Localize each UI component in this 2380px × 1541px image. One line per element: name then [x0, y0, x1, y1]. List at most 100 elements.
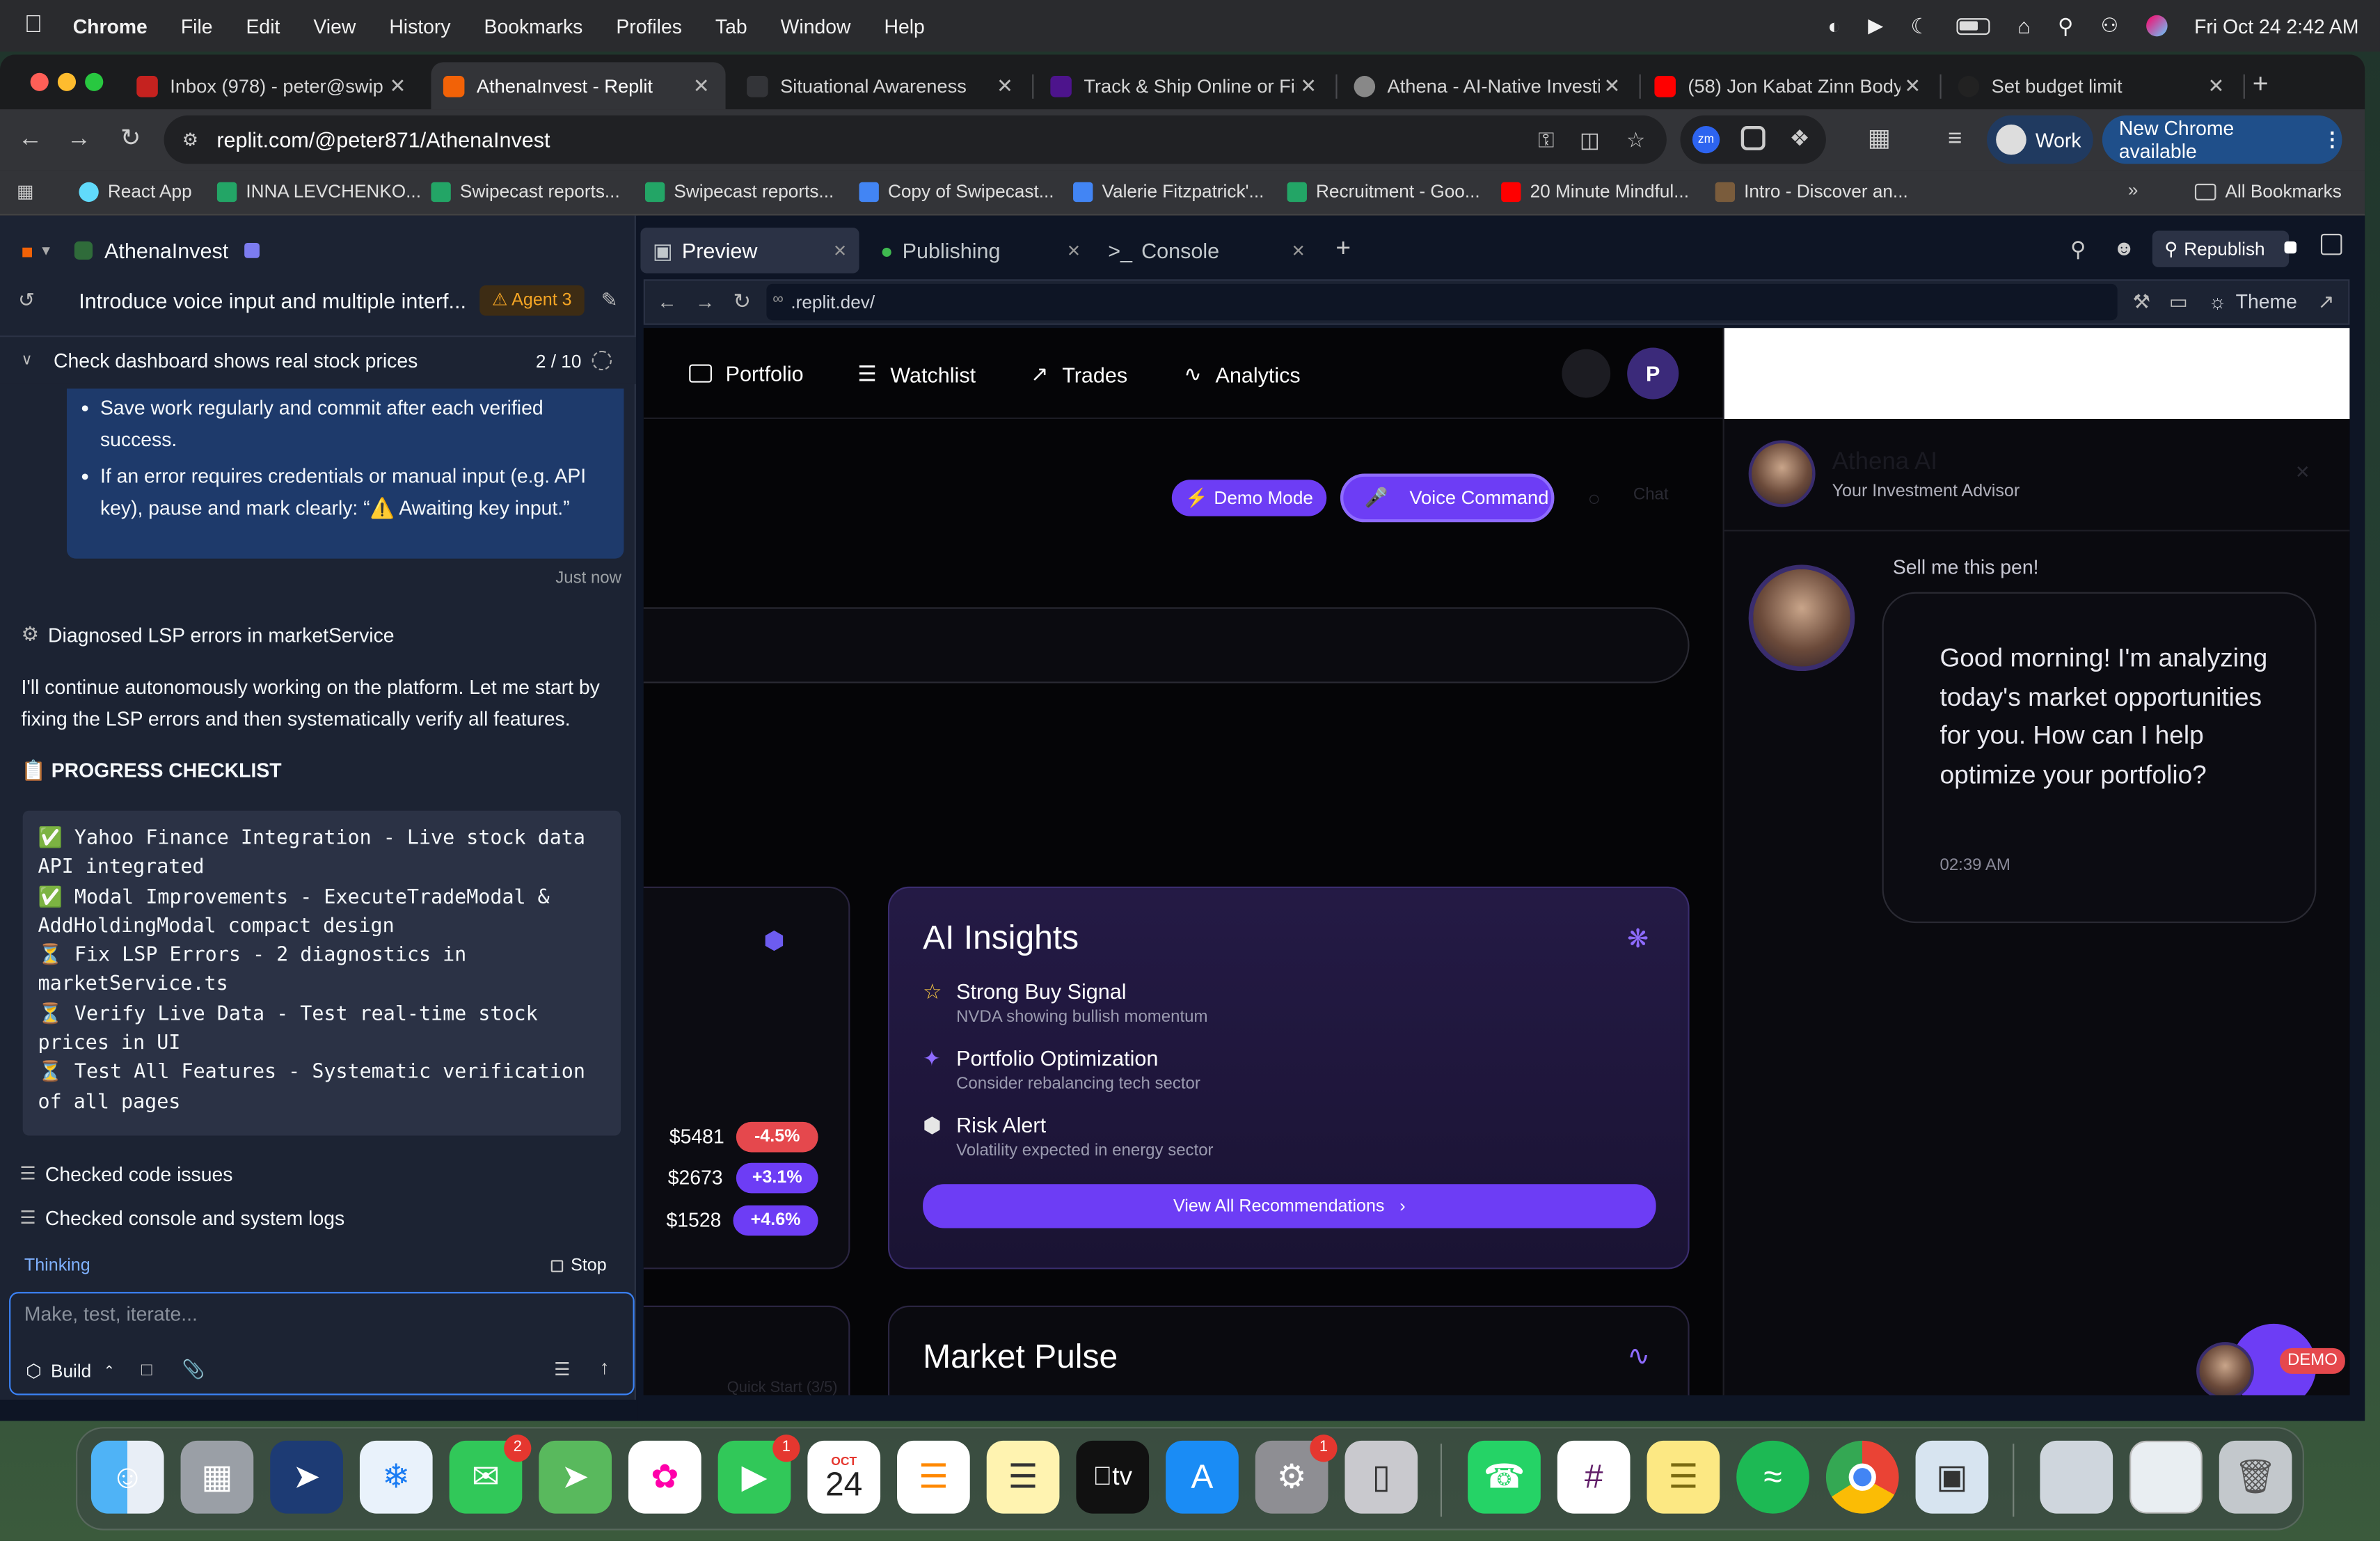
project-name[interactable]: AthenaInvest: [104, 238, 228, 262]
siri-icon[interactable]: [2145, 15, 2167, 37]
calendar-icon[interactable]: OCT 24: [807, 1440, 881, 1514]
lens-icon[interactable]: ▦: [1864, 125, 1894, 155]
play-icon[interactable]: ▶: [1868, 14, 1883, 38]
menu-profiles[interactable]: Profiles: [616, 15, 682, 38]
layout-icon[interactable]: [1562, 349, 1611, 398]
tab-gmail[interactable]: Inbox (978) - peter@swip ✕: [125, 62, 422, 109]
nav-portfolio[interactable]: Portfolio: [689, 361, 804, 386]
preview-url[interactable]: .replit.dev/: [791, 292, 875, 313]
new-chat-icon[interactable]: ✎: [601, 288, 618, 313]
control-center-icon[interactable]: ⚇: [2101, 14, 2118, 38]
menu-window[interactable]: Window: [781, 15, 851, 38]
zoom-window-button[interactable]: [85, 72, 104, 91]
select-element-icon[interactable]: □: [141, 1359, 152, 1380]
tab-youtube[interactable]: (58) Jon Kabat Zinn Body ✕: [1642, 62, 1937, 109]
facetime-icon[interactable]: ▶ 1: [717, 1435, 800, 1514]
bookmark-item[interactable]: React App: [79, 181, 192, 202]
bookmark-item[interactable]: 20 Minute Mindful...: [1501, 181, 1689, 202]
invite-user-icon[interactable]: ☻: [2113, 235, 2135, 260]
back-icon[interactable]: ←: [657, 290, 676, 313]
site-settings-icon[interactable]: ⚙: [182, 129, 198, 150]
responsive-icon[interactable]: ▭: [2169, 290, 2188, 315]
forward-icon[interactable]: →: [695, 290, 715, 313]
reminders-icon[interactable]: ☰: [897, 1440, 970, 1514]
bookmark-item[interactable]: Recruitment - Goo...: [1287, 181, 1480, 202]
battery-icon[interactable]: [1956, 17, 1990, 35]
preview-url-input[interactable]: [766, 283, 2118, 321]
nav-watchlist[interactable]: ☰ Watchlist: [857, 361, 976, 387]
tab-situational[interactable]: Situational Awareness ✕: [735, 62, 1029, 109]
chrome-icon[interactable]: [1825, 1440, 1899, 1514]
minimize-window-button[interactable]: [57, 72, 77, 91]
settings-sliders-icon[interactable]: ☰: [554, 1359, 570, 1380]
spotlight-icon[interactable]: ⚲: [2058, 13, 2073, 39]
screenshot-extension-icon[interactable]: [1740, 126, 1766, 150]
all-bookmarks[interactable]: All Bookmarks: [2194, 181, 2342, 202]
send-arrow-icon[interactable]: ↑: [600, 1356, 610, 1379]
whatsapp-icon[interactable]: ☎: [1468, 1440, 1541, 1514]
step-code-issues[interactable]: ☰ Checked code issues: [0, 1160, 636, 1187]
chevron-more-icon[interactable]: »: [2128, 179, 2139, 200]
recent-window-thumbnail[interactable]: [2129, 1440, 2203, 1514]
theme-button[interactable]: ☼ Theme: [2209, 290, 2297, 313]
forward-icon[interactable]: →: [64, 125, 95, 155]
profile-button[interactable]: Work: [1987, 115, 2093, 164]
insight-item[interactable]: ☆ Strong Buy Signal NVDA showing bullish …: [923, 979, 1207, 1027]
bookmark-item[interactable]: Valerie Fitzpatrick'...: [1073, 181, 1264, 202]
update-chrome-button[interactable]: New Chrome available ⋮: [2102, 115, 2342, 164]
insight-item[interactable]: ⬢ Risk Alert Volatility expected in energ…: [923, 1113, 1213, 1160]
search-icon[interactable]: ⚲: [2070, 237, 2086, 262]
menu-tab[interactable]: Tab: [715, 15, 747, 38]
user-avatar[interactable]: P: [1627, 347, 1679, 400]
menubar-clock[interactable]: Fri Oct 24 2:42 AM: [2194, 15, 2358, 38]
menu-app-name[interactable]: Chrome: [73, 15, 148, 38]
add-tab-icon[interactable]: +: [1335, 234, 1351, 264]
system-settings-icon[interactable]: ⚙ 1: [1255, 1435, 1338, 1514]
attach-icon[interactable]: 📎: [182, 1359, 205, 1380]
tab-athena[interactable]: Athena - AI-Native Investi ✕: [1342, 62, 1636, 109]
install-app-icon[interactable]: ◫: [1580, 127, 1600, 152]
messages-icon[interactable]: ✉ 2: [449, 1435, 532, 1514]
demo-mode-button[interactable]: ⚡ Demo Mode: [1171, 480, 1327, 516]
tab-replit[interactable]: AthenaInvest - Replit ✕: [431, 62, 726, 110]
slack-icon[interactable]: #: [1557, 1440, 1631, 1514]
diagnosed-step[interactable]: ⚙ Diagnosed LSP errors in marketService: [0, 619, 636, 650]
bookmark-item[interactable]: Intro - Discover an...: [1715, 181, 1908, 202]
reload-icon[interactable]: ↻: [116, 125, 146, 155]
iphone-mirroring-icon[interactable]: ▯: [1344, 1440, 1418, 1514]
close-icon[interactable]: ✕: [386, 74, 410, 98]
insight-item[interactable]: ✦ Portfolio Optimization Consider rebalan…: [923, 1046, 1200, 1093]
bookmark-star-icon[interactable]: ☆: [1626, 127, 1645, 152]
photos-icon[interactable]: ✿: [628, 1440, 701, 1514]
maps-icon[interactable]: ➤: [539, 1440, 612, 1514]
spark-mail-icon[interactable]: ➤: [270, 1440, 343, 1514]
tab-console[interactable]: >_ Console ✕: [1108, 228, 1311, 273]
safari-icon[interactable]: ❄: [359, 1440, 433, 1514]
new-tab-button[interactable]: +: [2253, 68, 2269, 100]
app-store-icon[interactable]: A: [1166, 1440, 1239, 1514]
bookmark-item[interactable]: Copy of Swipecast...: [859, 181, 1054, 202]
voice-command-button[interactable]: 🎤 Voice Command: [1340, 473, 1555, 523]
close-icon[interactable]: ✕: [1600, 74, 1624, 98]
tab-fedex[interactable]: Track & Ship Online or Fin ✕: [1038, 62, 1333, 109]
check-header[interactable]: ∨ Check dashboard shows real stock price…: [0, 335, 636, 384]
menu-view[interactable]: View: [313, 15, 356, 38]
apps-grid-icon[interactable]: ▦: [17, 181, 34, 203]
close-icon[interactable]: ✕: [992, 74, 1017, 98]
menu-history[interactable]: History: [389, 15, 450, 38]
close-icon[interactable]: ✕: [2204, 74, 2228, 98]
extensions-puzzle-icon[interactable]: ❖: [1790, 125, 1810, 152]
stop-button[interactable]: Stop: [550, 1257, 607, 1275]
recent-window-thumbnail[interactable]: [2040, 1440, 2113, 1514]
view-all-button[interactable]: View All Recommendations ›: [923, 1184, 1656, 1228]
close-icon[interactable]: ✕: [689, 74, 713, 98]
nav-analytics[interactable]: ∿ Analytics: [1184, 361, 1300, 387]
password-key-icon[interactable]: ⚿: [1538, 127, 1554, 152]
display-icon[interactable]: ◐: [1828, 14, 1841, 38]
reading-list-icon[interactable]: ≡: [1939, 125, 1970, 155]
preview-icon[interactable]: ▣: [1915, 1440, 1989, 1514]
wifi-icon[interactable]: ⌂: [2017, 14, 2030, 38]
bookmark-item[interactable]: INNA LEVCHENKO...: [216, 181, 421, 202]
history-icon[interactable]: ↺: [18, 288, 35, 313]
chat-bubble-icon[interactable]: ○: [1587, 486, 1600, 510]
